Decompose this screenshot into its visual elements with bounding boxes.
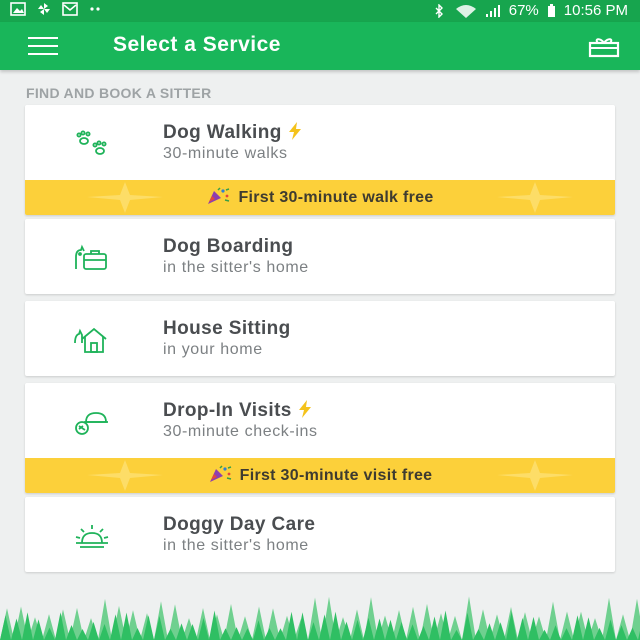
service-title: House Sitting bbox=[163, 318, 291, 339]
service-card-dog-boarding[interactable]: Dog Boarding in the sitter's home bbox=[25, 219, 615, 294]
mail-icon bbox=[62, 2, 78, 16]
lightning-bolt-icon bbox=[298, 400, 311, 418]
signal-icon bbox=[485, 4, 500, 17]
service-subtitle: 30-minute walks bbox=[163, 145, 288, 162]
promo-text: First 30-minute visit free bbox=[239, 467, 433, 484]
service-title: Doggy Day Care bbox=[163, 514, 316, 535]
suitcase-icon bbox=[75, 244, 107, 270]
promo-text: First 30-minute walk free bbox=[238, 189, 434, 206]
service-card-doggy-day-care[interactable]: Doggy Day Care in the sitter's home bbox=[25, 497, 615, 572]
wifi-icon bbox=[455, 4, 476, 18]
service-subtitle: in the sitter's home bbox=[163, 537, 309, 554]
lightning-bolt-icon bbox=[288, 122, 301, 140]
party-popper-icon bbox=[208, 187, 230, 204]
hamburger-menu-icon[interactable] bbox=[28, 37, 58, 55]
service-subtitle: 30-minute check-ins bbox=[163, 423, 318, 440]
clock: 10:56 PM bbox=[563, 2, 628, 19]
app-bar: Select a Service bbox=[0, 22, 640, 70]
house-icon bbox=[74, 327, 107, 353]
service-subtitle: in your home bbox=[163, 341, 263, 358]
battery-percent: 67% bbox=[508, 2, 539, 19]
section-heading: FIND AND BOOK A SITTER bbox=[26, 85, 212, 101]
service-subtitle: in the sitter's home bbox=[163, 259, 309, 276]
promo-banner[interactable]: First 30-minute walk free bbox=[25, 180, 615, 215]
promo-banner[interactable]: First 30-minute visit free bbox=[25, 458, 615, 493]
service-card-house-sitting[interactable]: House Sitting in your home bbox=[25, 301, 615, 376]
service-card-drop-in-visits[interactable]: Drop-In Visits 30-minute check-ins First… bbox=[25, 383, 615, 493]
food-bowl-icon bbox=[75, 412, 108, 435]
bluetooth-icon bbox=[435, 3, 443, 18]
page-title: Select a Service bbox=[113, 33, 281, 56]
image-icon bbox=[10, 2, 26, 16]
service-title: Dog Boarding bbox=[163, 236, 294, 257]
service-card-dog-walking[interactable]: Dog Walking 30-minute walks First 30-min… bbox=[25, 105, 615, 215]
grass-decoration bbox=[0, 596, 640, 640]
party-popper-icon bbox=[209, 465, 231, 482]
gift-icon[interactable] bbox=[588, 36, 620, 58]
service-title: Dog Walking bbox=[163, 122, 302, 144]
paw-prints-icon bbox=[76, 130, 107, 155]
status-bar: 67% 10:56 PM bbox=[0, 0, 640, 22]
sun-icon bbox=[75, 525, 109, 548]
pinwheel-icon bbox=[38, 3, 50, 15]
more-dots-icon bbox=[90, 7, 100, 11]
battery-icon bbox=[547, 3, 555, 17]
service-title: Drop-In Visits bbox=[163, 400, 312, 422]
